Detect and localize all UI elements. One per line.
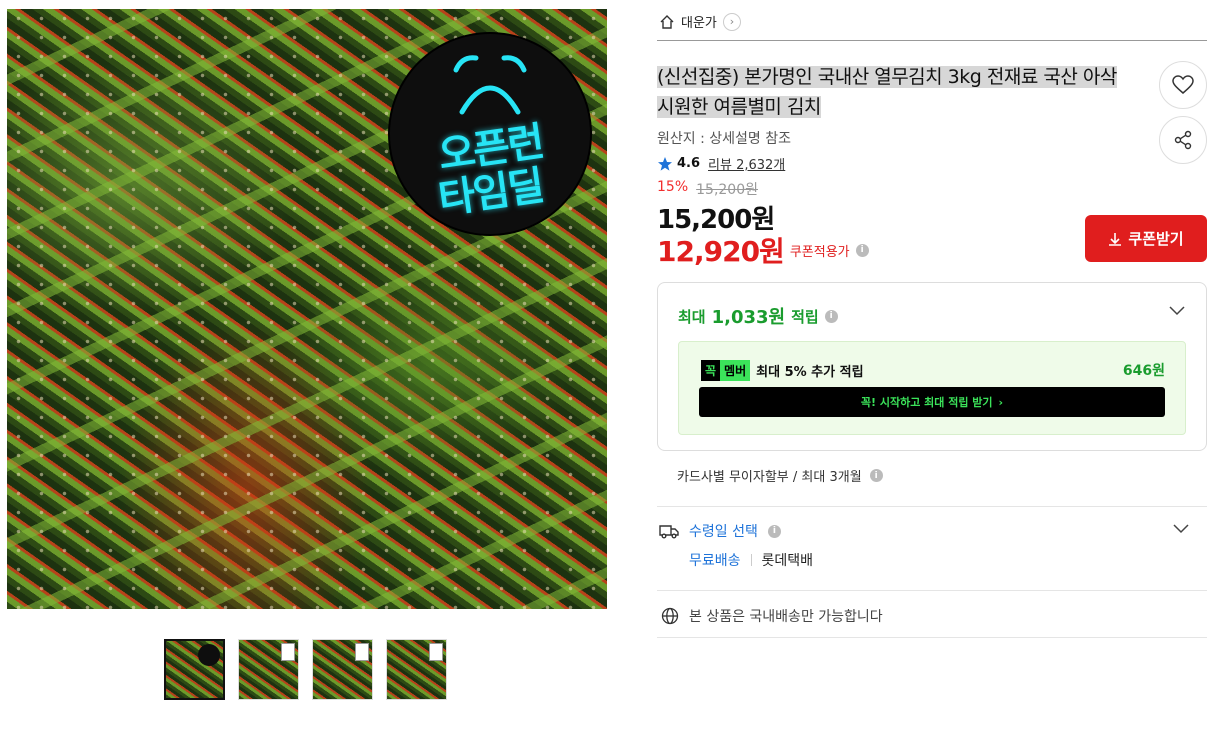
delivery-label: 수령일 선택: [689, 524, 758, 540]
info-icon[interactable]: i: [855, 243, 869, 257]
download-icon: [1109, 232, 1122, 246]
coupon-price-row: 12,920원 쿠폰적용가 i: [657, 230, 869, 270]
rating-row: 4.6 리뷰 2,632개: [657, 154, 785, 173]
membership-logo: 꼭 멤버: [701, 360, 751, 381]
delivery-date-select[interactable]: 수령일 선택 i: [659, 521, 781, 541]
membership-logo-k: 꼭: [701, 360, 721, 381]
original-price: 15,200원: [696, 182, 758, 198]
heart-icon: [1172, 75, 1194, 94]
truck-icon: [659, 525, 679, 539]
mini-label: [429, 643, 443, 661]
membership-row: 꼭 멤버 최대 5% 추가 적립: [701, 360, 864, 381]
discount-row: 15% 15,200원: [657, 179, 758, 199]
installment-row: 카드사별 무이자할부 / 최대 3개월 i: [677, 466, 883, 485]
membership-points: 646원: [1122, 363, 1165, 379]
product-title-text: (신선집중) 본가명인 국내산 열무김치 3kg 전재료 국산 아삭 시원한 여…: [657, 66, 1117, 118]
points-amount: 1,033원: [711, 307, 786, 328]
product-main-image[interactable]: 오픈런 타임딜: [7, 9, 607, 609]
origin-info: 원산지 : 상세설명 참조: [657, 131, 791, 147]
membership-join-label: 꼭! 시작하고 최대 적립 받기: [860, 396, 993, 409]
coupon-price: 12,920원: [657, 235, 785, 268]
divider: [657, 590, 1207, 591]
thumbnail-strip: [164, 639, 447, 700]
chevron-down-icon[interactable]: [1168, 303, 1186, 317]
points-suffix: 적립: [791, 307, 819, 326]
thumbnail-4[interactable]: [386, 639, 447, 700]
membership-logo-m: 멤버: [720, 360, 751, 381]
star-icon: [658, 156, 672, 171]
thumbnail-1[interactable]: [164, 639, 225, 700]
home-icon: [660, 14, 674, 29]
domestic-shipping-note: 본 상품은 국내배송만 가능합니다: [661, 606, 883, 626]
discount-rate: 15%: [657, 179, 689, 195]
info-icon[interactable]: i: [767, 524, 781, 538]
alarm-clock-icon: [453, 55, 527, 115]
mini-promo-badge: [198, 644, 220, 666]
share-button[interactable]: [1159, 116, 1207, 164]
product-title: (신선집중) 본가명인 국내산 열무김치 3kg 전재료 국산 아삭 시원한 여…: [657, 62, 1137, 122]
shop-link[interactable]: 대운가 ›: [659, 12, 741, 31]
membership-join-button[interactable]: 꼭! 시작하고 최대 적립 받기 ›: [699, 387, 1165, 417]
mini-label: [281, 643, 295, 661]
chevron-right-icon: ›: [722, 12, 741, 31]
thumbnail-2[interactable]: [238, 639, 299, 700]
chevron-right-icon: ›: [998, 395, 1004, 409]
promo-badge: 오픈런 타임딜: [390, 34, 590, 234]
mini-label: [355, 643, 369, 661]
points-panel: 최대 1,033원 적립 i 꼭 멤버 최대 5% 추가 적립 646원 꼭! …: [657, 282, 1207, 451]
rating-score: 4.6: [677, 156, 701, 171]
divider: [657, 506, 1207, 507]
chevron-down-icon[interactable]: [1172, 521, 1190, 535]
divider: [657, 637, 1207, 638]
divider: [657, 40, 1207, 41]
domestic-note-text: 본 상품은 국내배송만 가능합니다: [689, 609, 883, 625]
thumbnail-3[interactable]: [312, 639, 373, 700]
globe-icon: [661, 607, 679, 625]
points-summary[interactable]: 최대 1,033원 적립 i: [678, 303, 838, 329]
free-shipping: 무료배송: [689, 553, 741, 569]
info-icon[interactable]: i: [824, 309, 838, 323]
points-prefix: 최대: [678, 307, 706, 326]
share-icon: [1174, 130, 1192, 150]
separator: [750, 554, 752, 566]
coupon-download-button[interactable]: 쿠폰받기: [1085, 215, 1207, 262]
info-icon[interactable]: i: [869, 469, 883, 482]
delivery-carrier: 롯데택배: [761, 553, 814, 569]
delivery-info: 무료배송 롯데택배: [689, 550, 813, 570]
wishlist-button[interactable]: [1159, 61, 1207, 109]
shop-name: 대운가: [681, 16, 717, 31]
membership-text: 최대 5% 추가 적립: [756, 365, 864, 380]
review-link[interactable]: 리뷰 2,632개: [708, 154, 785, 173]
coupon-button-label: 쿠폰받기: [1128, 230, 1184, 248]
membership-box: 꼭 멤버 최대 5% 추가 적립 646원 꼭! 시작하고 최대 적립 받기 ›: [678, 341, 1186, 435]
installment-text: 카드사별 무이자할부 / 최대 3개월: [677, 470, 862, 485]
coupon-price-label: 쿠폰적용가: [789, 244, 850, 260]
